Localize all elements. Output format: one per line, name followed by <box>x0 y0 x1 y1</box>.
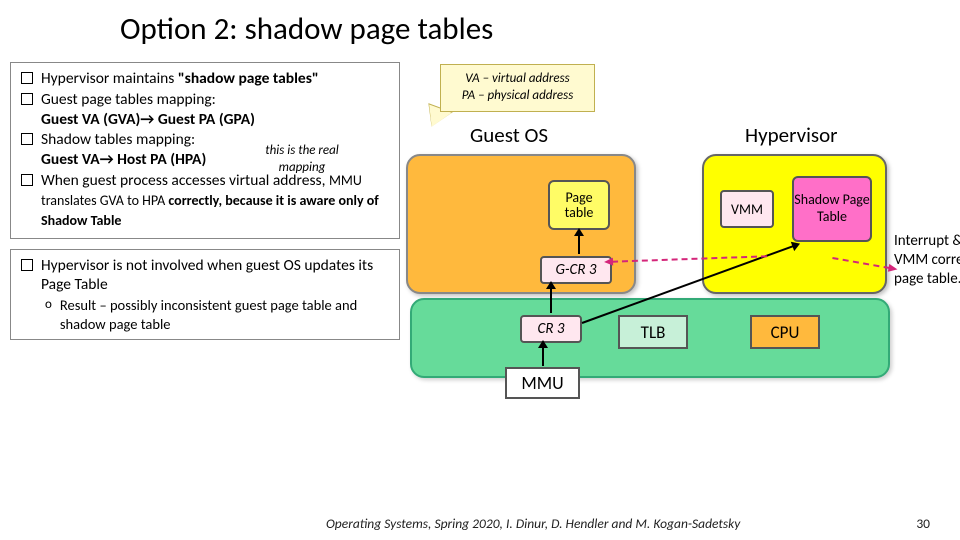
b3-text: Shadow tables mapping: <box>41 130 195 149</box>
page-table-box: Page table <box>548 180 610 230</box>
b3-line: Guest VA→ Host PA (HPA) <box>41 150 206 169</box>
b1-text: Hypervisor maintains <box>41 69 178 88</box>
legend-line2: PA – physical address <box>449 88 586 105</box>
page-number: 30 <box>916 515 930 532</box>
architecture-diagram: VA – virtual address PA – physical addre… <box>400 62 950 462</box>
content-row: Hypervisor maintains "shadow page tables… <box>0 62 960 462</box>
bb1-text: Hypervisor is not involved when guest OS… <box>41 256 391 296</box>
footer-course: Operating Systems, Spring 2020, I. Dinur… <box>326 515 740 532</box>
b2-line: Guest VA (GVA)→ Guest PA (GPA) <box>41 110 255 129</box>
mmu-box: MMU <box>505 367 580 399</box>
mapping-note: this is the real mapping <box>257 143 347 176</box>
vmm-box: VMM <box>720 190 774 228</box>
interrupt-note: Interrupt & VMM corrects page table. <box>894 232 960 288</box>
arrow-mmu-to-cr3 <box>542 346 544 366</box>
slide-footer: Operating Systems, Spring 2020, I. Dinur… <box>0 515 960 532</box>
cpu-box: CPU <box>750 315 820 349</box>
legend-line1: VA – virtual address <box>449 71 586 88</box>
b2-text: Guest page tables mapping: <box>41 90 216 109</box>
arrow-cr3-to-gcr3 <box>550 287 552 313</box>
arrow-gcr3-to-pt <box>578 234 580 254</box>
guest-os-label: Guest OS <box>470 122 548 148</box>
bullet-group-2: Hypervisor is not involved when guest OS… <box>10 249 400 341</box>
bullet-group-1: Hypervisor maintains "shadow page tables… <box>10 62 400 239</box>
slide-title: Option 2: shadow page tables <box>0 0 960 62</box>
bb1-sub: Result – possibly inconsistent guest pag… <box>60 296 391 333</box>
hypervisor-label: Hypervisor <box>745 122 838 148</box>
shadow-page-table-box: Shadow Page Table <box>792 176 872 242</box>
legend-callout: VA – virtual address PA – physical addre… <box>440 64 595 112</box>
g-cr3-box: G-CR 3 <box>540 256 612 284</box>
b1-bold: "shadow page tables" <box>178 69 319 88</box>
cr3-box: CR 3 <box>520 315 582 343</box>
tlb-box: TLB <box>618 315 688 349</box>
text-column: Hypervisor maintains "shadow page tables… <box>10 62 400 462</box>
